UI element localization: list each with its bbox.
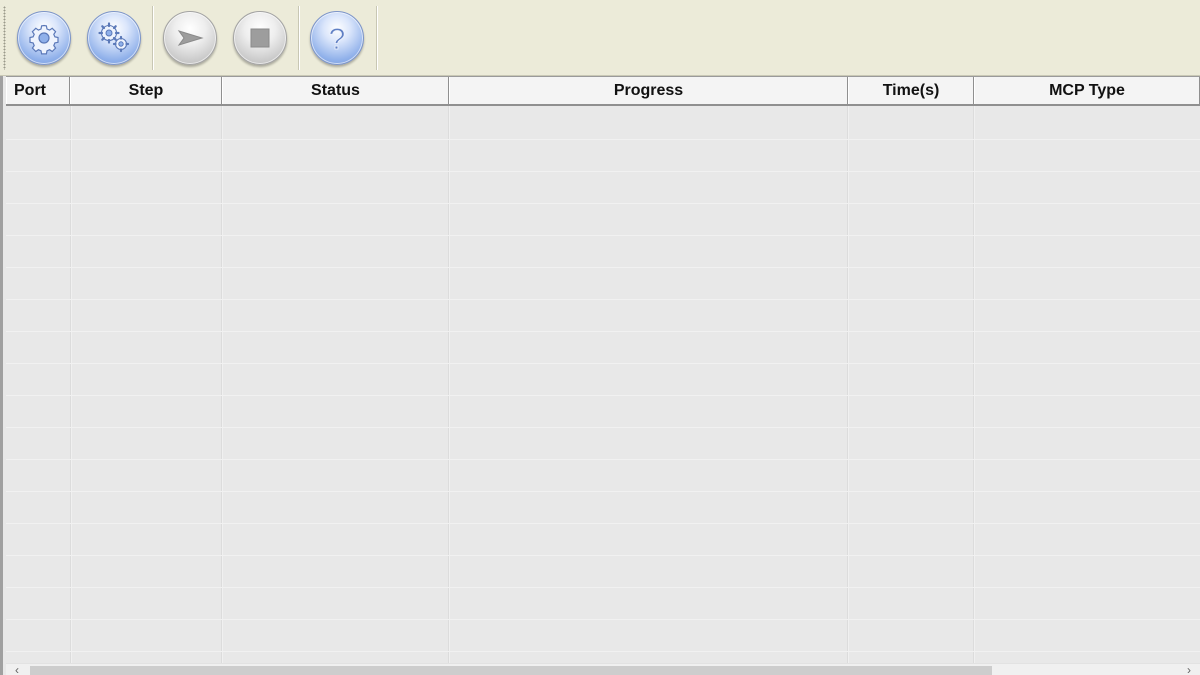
help-button[interactable]: ? [310, 11, 364, 65]
column-header-port[interactable]: Port [6, 77, 70, 104]
settings-button[interactable] [17, 11, 71, 65]
scrollbar-thumb[interactable] [30, 666, 992, 675]
row-divider [6, 235, 1200, 236]
stop-icon [250, 28, 270, 48]
row-divider [6, 651, 1200, 652]
row-divider [6, 267, 1200, 268]
row-divider [6, 619, 1200, 620]
column-header-progress[interactable]: Progress [449, 77, 848, 104]
column-divider [448, 106, 450, 665]
horizontal-scrollbar[interactable]: ‹ › [6, 663, 1200, 675]
advanced-settings-button[interactable] [87, 11, 141, 65]
row-divider [6, 427, 1200, 428]
advanced-settings-gears-icon [98, 22, 130, 53]
row-divider [6, 523, 1200, 524]
row-divider [6, 203, 1200, 204]
help-question-icon: ? [328, 23, 346, 55]
column-header-status[interactable]: Status [222, 77, 449, 104]
row-divider [6, 459, 1200, 460]
scroll-right-arrow-icon[interactable]: › [1180, 664, 1198, 675]
row-divider [6, 331, 1200, 332]
grid-body[interactable] [6, 106, 1200, 665]
row-divider [6, 139, 1200, 140]
toolbar: ? [0, 0, 1200, 76]
column-divider [221, 106, 223, 665]
column-divider [847, 106, 849, 665]
row-divider [6, 491, 1200, 492]
port-status-grid: Port Step Status Progress Time(s) MCP Ty… [0, 76, 1200, 675]
toolbar-separator [298, 6, 300, 70]
settings-gear-icon [29, 24, 59, 55]
column-divider [70, 106, 72, 665]
svg-text:?: ? [329, 23, 346, 55]
row-divider [6, 555, 1200, 556]
scroll-left-arrow-icon[interactable]: ‹ [8, 664, 26, 675]
start-button[interactable] [163, 11, 217, 65]
column-header-mcp-type[interactable]: MCP Type [974, 77, 1200, 104]
column-divider [973, 106, 975, 665]
row-divider [6, 299, 1200, 300]
row-divider [6, 395, 1200, 396]
toolbar-separator [152, 6, 154, 70]
toolbar-grip[interactable] [3, 6, 6, 70]
row-divider [6, 363, 1200, 364]
row-divider [6, 587, 1200, 588]
start-play-icon [177, 30, 204, 46]
app-window: ? Port Step Status Progress Time(s) MCP … [0, 0, 1200, 675]
stop-button[interactable] [233, 11, 287, 65]
grid-header: Port Step Status Progress Time(s) MCP Ty… [6, 76, 1200, 106]
row-divider [6, 171, 1200, 172]
toolbar-end-separator [376, 6, 378, 70]
column-header-step[interactable]: Step [70, 77, 222, 104]
column-header-time[interactable]: Time(s) [848, 77, 974, 104]
